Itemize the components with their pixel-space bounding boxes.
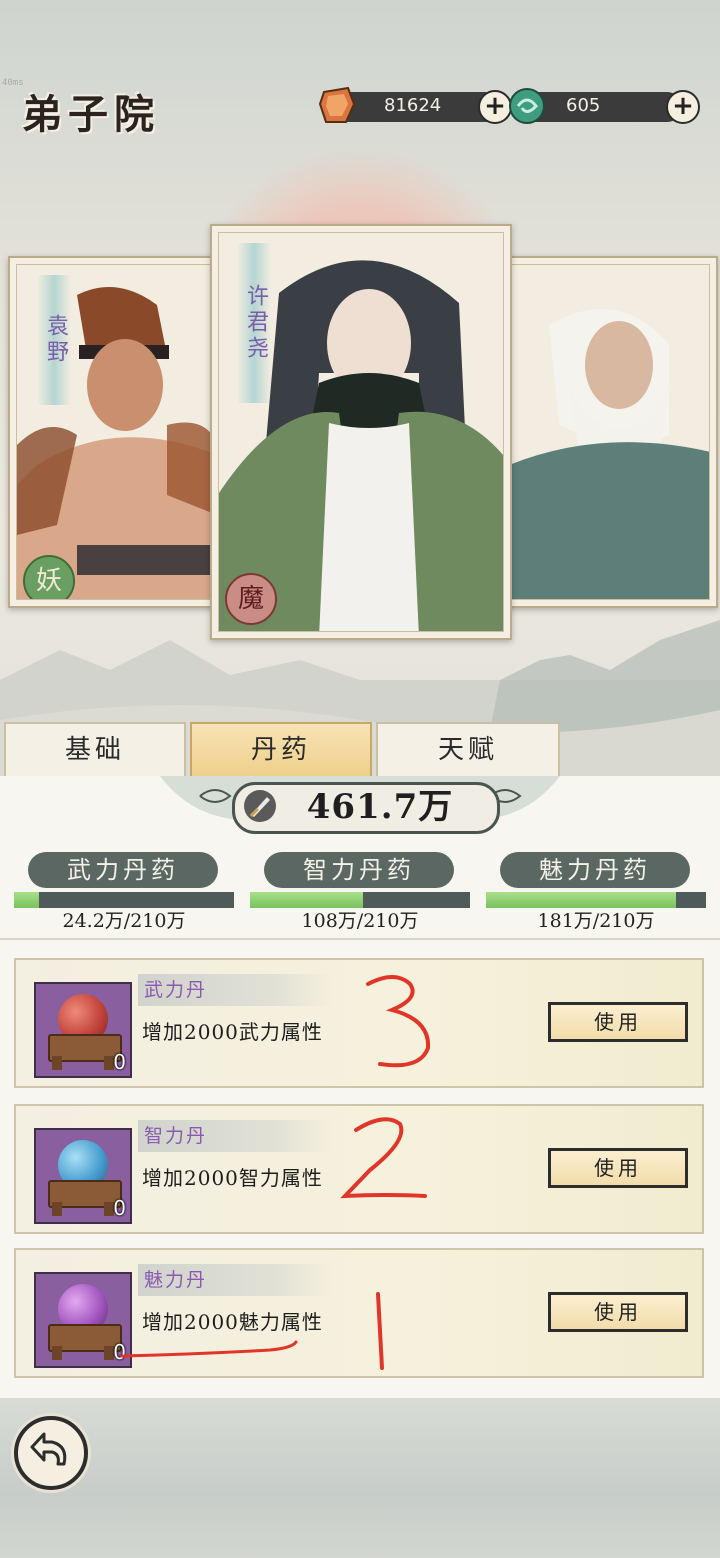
item-count: 0 xyxy=(113,1050,126,1074)
divider xyxy=(0,938,720,940)
item-name: 魅力丹 xyxy=(138,1264,334,1296)
use-button[interactable]: 使用 xyxy=(548,1292,688,1332)
stat-value-might: 24.2万/210万 xyxy=(62,910,186,932)
bottom-background xyxy=(0,1398,720,1558)
combat-power-value: 461.7万 xyxy=(306,787,454,827)
back-button[interactable] xyxy=(14,1416,88,1490)
disciple-name: 许君尧 xyxy=(237,243,271,403)
tab-elixir[interactable]: 丹药 xyxy=(190,722,372,776)
tab-bar: 基础 丹药 天赋 xyxy=(0,722,720,776)
list-item: 0 魅力丹 增加2000魅力属性 使用 xyxy=(14,1248,704,1378)
copper-currency: 81624 xyxy=(318,86,500,123)
item-desc: 增加2000智力属性 xyxy=(142,1166,323,1190)
faction-seal: 妖 xyxy=(23,555,75,599)
copper-amount: 81624 xyxy=(384,95,442,116)
copper-ingot-icon xyxy=(318,86,356,123)
list-item: 0 智力丹 增加2000智力属性 使用 xyxy=(14,1104,704,1234)
pill-stand-leg xyxy=(52,1056,62,1070)
stat-value-intellect: 108万/210万 xyxy=(301,910,419,932)
might-pill-icon: 0 xyxy=(34,982,132,1078)
stat-label-intellect: 智力丹药 xyxy=(264,852,454,888)
disciple-portrait xyxy=(509,309,709,599)
disciple-name: 袁野 xyxy=(37,275,71,405)
disciple-card-right[interactable] xyxy=(500,256,718,608)
item-desc: 增加2000武力属性 xyxy=(142,1020,323,1044)
item-name: 智力丹 xyxy=(138,1120,334,1152)
pill-stand-leg xyxy=(52,1346,62,1360)
sword-icon xyxy=(244,790,276,822)
item-count: 0 xyxy=(113,1196,126,1220)
item-name: 武力丹 xyxy=(138,974,334,1006)
page-title: 弟子院 xyxy=(22,91,160,138)
stat-value-charm: 181万/210万 xyxy=(537,910,655,932)
back-arrow-icon xyxy=(30,1432,67,1466)
list-item: 0 武力丹 增加2000武力属性 使用 xyxy=(14,958,704,1088)
add-copper-button[interactable]: + xyxy=(478,90,512,124)
add-jade-button[interactable]: + xyxy=(666,90,700,124)
stat-label-might: 武力丹药 xyxy=(28,852,218,888)
pill-stand-leg xyxy=(52,1202,62,1216)
faction-seal: 魔 xyxy=(225,573,277,625)
fps-readout: 40ms xyxy=(2,78,24,88)
tab-talent[interactable]: 天赋 xyxy=(376,722,560,776)
combat-power: 461.7万 xyxy=(232,782,500,834)
tab-basic[interactable]: 基础 xyxy=(4,722,186,776)
charm-pill-icon: 0 xyxy=(34,1272,132,1368)
item-desc: 增加2000魅力属性 xyxy=(142,1310,323,1334)
jade-coin-icon xyxy=(509,88,545,124)
jade-currency: 605 xyxy=(509,88,682,124)
jade-amount: 605 xyxy=(566,95,601,116)
disciple-card-center[interactable]: 许君尧 魔 xyxy=(210,224,512,640)
intellect-pill-icon: 0 xyxy=(34,1128,132,1224)
use-button[interactable]: 使用 xyxy=(548,1002,688,1042)
disciple-card-left[interactable]: 袁野 妖 xyxy=(8,256,222,608)
use-button[interactable]: 使用 xyxy=(548,1148,688,1188)
stat-label-charm: 魅力丹药 xyxy=(500,852,690,888)
item-count: 0 xyxy=(113,1340,126,1364)
